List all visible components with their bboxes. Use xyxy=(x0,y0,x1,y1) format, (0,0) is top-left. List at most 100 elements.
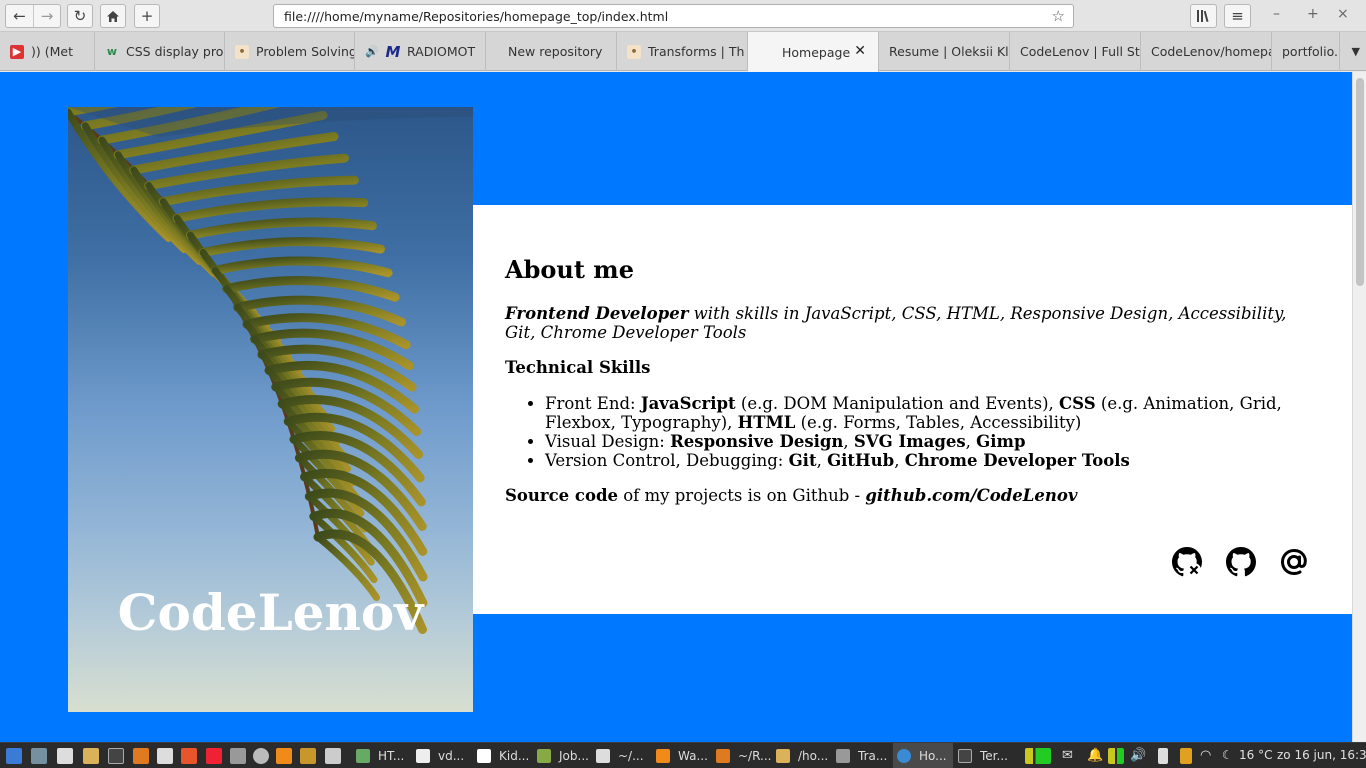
taskbar-task[interactable]: /ho... xyxy=(776,743,828,768)
task-icon xyxy=(716,749,730,763)
github-icon[interactable] xyxy=(1224,545,1258,579)
about-heading: About me xyxy=(505,255,634,284)
taskbar-task[interactable]: Wa... xyxy=(656,743,708,768)
task-icon xyxy=(776,749,790,763)
vlc-icon[interactable] xyxy=(276,748,292,764)
task-icon xyxy=(958,749,972,763)
notification-bell-icon[interactable]: 🔔 xyxy=(1087,748,1103,763)
tab-label: portfolio.pi xyxy=(1282,44,1339,59)
gitlab-like-icon[interactable] xyxy=(1170,545,1204,579)
tab-label: Homepage xyxy=(782,44,851,60)
tab-list-dropdown-icon[interactable]: ▼ xyxy=(1352,45,1360,58)
github-profile-link[interactable]: github.com/CodeLenov xyxy=(865,486,1077,505)
tab-label: CodeLenov/homepa xyxy=(1151,44,1272,59)
library-icon[interactable] xyxy=(1190,4,1217,28)
wifi-icon[interactable]: ◠ xyxy=(1200,748,1211,763)
tab[interactable]: 🔊 M RADIOMOT xyxy=(355,32,486,71)
archive-icon[interactable] xyxy=(300,748,316,764)
palm-leaflet xyxy=(222,275,400,302)
tab[interactable]: Resume | Oleksii Kl xyxy=(879,32,1010,71)
minimize-icon[interactable]: – xyxy=(1273,6,1280,22)
forward-icon[interactable]: → xyxy=(33,5,60,27)
robot-app-icon[interactable] xyxy=(230,748,246,764)
scrollbar-thumb[interactable] xyxy=(1356,78,1364,286)
clock[interactable]: zo 16 jun, 16:37 xyxy=(1277,748,1366,762)
bookmark-star-icon[interactable]: ☆ xyxy=(1052,7,1065,25)
menu-icon[interactable]: ≡ xyxy=(1224,4,1251,28)
cpu-monitor-icon[interactable] xyxy=(1025,748,1051,764)
lead-paragraph: Frontend Developer with skills in JavaSc… xyxy=(505,304,1305,342)
taskbar-task[interactable]: vd... xyxy=(416,743,464,768)
taskbar-task[interactable]: ~/... xyxy=(596,743,644,768)
tab-label: Problem Solving xyxy=(256,44,355,59)
tab-label: Resume | Oleksii Kl xyxy=(889,44,1009,59)
video-app-icon[interactable] xyxy=(206,748,222,764)
vertical-scrollbar[interactable] xyxy=(1352,72,1366,742)
search-app-icon[interactable] xyxy=(253,748,269,764)
task-label: ~/R... xyxy=(738,749,772,763)
brave-browser-icon[interactable] xyxy=(181,748,197,764)
clipboard-icon[interactable] xyxy=(57,748,73,764)
task-icon xyxy=(656,749,670,763)
taskbar-task[interactable]: Kid... xyxy=(477,743,529,768)
page-viewport: CodeLenov About me Frontend Developer wi… xyxy=(0,72,1352,742)
task-label: Ter... xyxy=(980,749,1008,763)
folder-icon[interactable] xyxy=(83,748,99,764)
tab[interactable]: New repository xyxy=(486,32,617,71)
radio-logo-icon: M xyxy=(385,42,401,61)
lead-role: Frontend Developer xyxy=(505,304,689,323)
task-label: Job... xyxy=(559,749,589,763)
taskbar-task-active[interactable]: Ho... xyxy=(893,743,953,768)
sublime-text-icon[interactable] xyxy=(133,748,149,764)
taskbar-task[interactable]: Tra... xyxy=(836,743,887,768)
tab[interactable]: CodeLenov | Full St xyxy=(1010,32,1141,71)
update-icon[interactable] xyxy=(1180,748,1192,764)
url-bar[interactable]: file:////home/myname/Repositories/homepa… xyxy=(273,4,1074,28)
flag-icon: ▶ xyxy=(10,44,24,59)
taskbar-task[interactable]: Job... xyxy=(537,743,589,768)
list-item: Version Control, Debugging: Git, GitHub,… xyxy=(545,451,1305,470)
battery-icon[interactable] xyxy=(1158,748,1168,764)
back-icon[interactable]: ← xyxy=(6,5,33,27)
tab[interactable]: w CSS display pro xyxy=(95,32,225,71)
tab-label: CSS display pro xyxy=(126,44,224,59)
close-window-icon[interactable]: × xyxy=(1337,6,1349,22)
tab-bar: ▶ )) (Met w CSS display pro • Problem So… xyxy=(0,32,1366,72)
terminal-icon[interactable] xyxy=(108,748,124,764)
hero-title: CodeLenov xyxy=(117,583,424,642)
tab[interactable]: CodeLenov/homepa xyxy=(1141,32,1272,71)
show-desktop-icon[interactable] xyxy=(31,748,47,764)
task-icon xyxy=(836,749,850,763)
weather-icon[interactable]: ☾ xyxy=(1222,748,1233,762)
mail-icon[interactable]: ✉ xyxy=(1062,748,1073,763)
source-bold: Source code xyxy=(505,486,618,505)
tab-active[interactable]: Homepage ✕ xyxy=(748,32,879,72)
tab[interactable]: ▶ )) (Met xyxy=(0,32,95,71)
source-paragraph: Source code of my projects is on Github … xyxy=(505,486,1077,505)
maximize-icon[interactable]: + xyxy=(1307,6,1319,22)
new-tab-icon[interactable]: + xyxy=(134,4,160,28)
email-at-icon[interactable] xyxy=(1277,545,1311,579)
weather-temperature[interactable]: 16 °C xyxy=(1239,748,1272,762)
tab-label: New repository xyxy=(508,44,603,59)
home-icon[interactable] xyxy=(100,4,126,28)
volume-icon[interactable]: 🔊 xyxy=(1130,748,1146,763)
taskbar-task[interactable]: HT... xyxy=(356,743,404,768)
tab[interactable]: • Problem Solving xyxy=(225,32,355,71)
tab[interactable]: portfolio.pi xyxy=(1272,32,1340,71)
list-item: Front End: JavaScript (e.g. DOM Manipula… xyxy=(545,394,1305,432)
text-editor-icon[interactable] xyxy=(157,748,173,764)
source-text: of my projects is on Github - xyxy=(618,486,866,505)
task-label: HT... xyxy=(378,749,405,763)
task-label: Tra... xyxy=(858,749,888,763)
calculator-icon[interactable] xyxy=(325,748,341,764)
app-menu-icon[interactable] xyxy=(6,748,22,764)
memory-monitor-icon[interactable] xyxy=(1108,748,1124,764)
reload-icon[interactable]: ↻ xyxy=(67,4,93,28)
taskbar-task[interactable]: ~/R... xyxy=(716,743,771,768)
task-label: Ho... xyxy=(919,749,947,763)
close-tab-icon[interactable]: ✕ xyxy=(854,43,866,59)
taskbar-task[interactable]: Ter... xyxy=(958,743,1008,768)
about-card: About me Frontend Developer with skills … xyxy=(473,205,1352,614)
tab[interactable]: • Transforms | Th xyxy=(617,32,748,71)
